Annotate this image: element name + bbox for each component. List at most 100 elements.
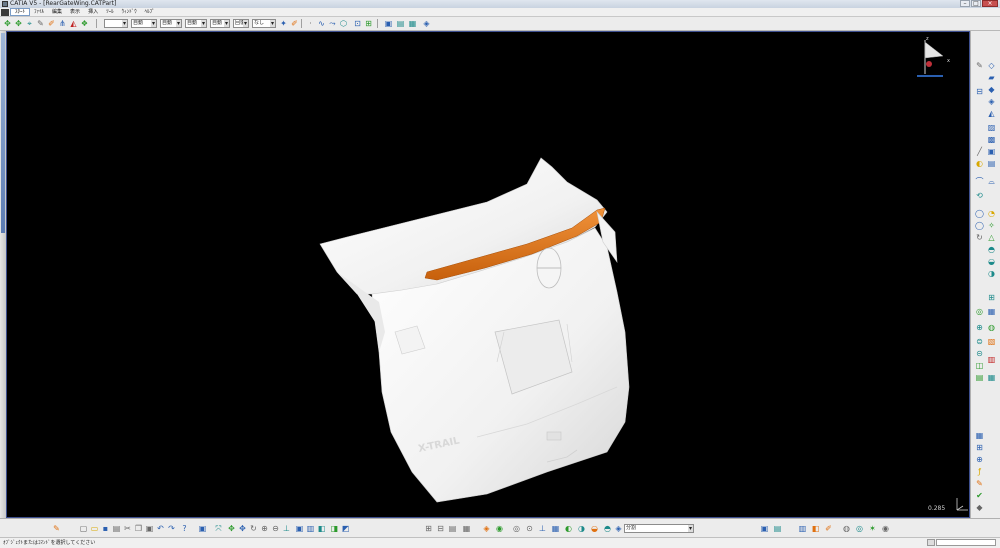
menu-edit[interactable]: 編集 (48, 8, 66, 16)
video-icon[interactable]: ◧ (811, 524, 820, 533)
curvature-icon[interactable]: ⊜ (975, 337, 984, 346)
tree-toggle[interactable] (1, 33, 5, 233)
constraint-icon[interactable]: ▤ (448, 524, 457, 533)
point-symbol-combo[interactable]: 自動 (210, 19, 230, 28)
point-icon[interactable]: · (306, 19, 315, 28)
line-icon[interactable]: ╱ (975, 147, 984, 156)
photo-icon[interactable]: ▥ (798, 524, 807, 533)
dimension2-icon[interactable]: ⊟ (436, 524, 445, 533)
print-icon[interactable]: ▤ (112, 524, 121, 533)
material-icon[interactable]: ◉ (495, 524, 504, 533)
swap-icon[interactable]: ◩ (341, 524, 350, 533)
minimize-button[interactable]: – (960, 0, 970, 7)
undo-icon[interactable]: ↶ (156, 524, 165, 533)
3d-viewport[interactable]: X-TRAIL z x 0.285 (6, 31, 970, 518)
scaling-icon[interactable]: ◓ (987, 245, 996, 254)
close-button[interactable]: × (982, 0, 998, 7)
surface-analysis-icon[interactable]: ▧ (987, 337, 996, 346)
capture-icon[interactable]: ◍ (842, 524, 851, 533)
extract-icon[interactable]: ◑ (987, 269, 996, 278)
redo-icon[interactable]: ↷ (167, 524, 176, 533)
zoom-in-icon[interactable]: ⊕ (260, 524, 269, 533)
color-combo[interactable] (104, 19, 128, 28)
fillet-icon[interactable]: ◈ (987, 97, 996, 106)
open-icon[interactable]: ▭ (90, 524, 99, 533)
parameter-icon[interactable]: ƒ (975, 467, 984, 476)
view-icon[interactable]: ⊡ (353, 19, 362, 28)
plane-icon[interactable]: ◇ (987, 61, 996, 70)
compass-reset-icon[interactable]: ✥ (227, 524, 236, 533)
menu-view[interactable]: 表示 (66, 8, 84, 16)
menu-window[interactable]: ｳｨﾝﾄﾞｳ (118, 8, 141, 16)
dimension-icon[interactable]: ⊞ (424, 524, 433, 533)
save-icon[interactable]: ▪ (101, 524, 110, 533)
check-icon[interactable]: ✔ (975, 491, 984, 500)
formula-icon[interactable]: ✎ (975, 479, 984, 488)
measure-item-icon[interactable]: ⊙ (525, 524, 534, 533)
connect-icon[interactable]: ⤳ (328, 19, 337, 28)
knowledge-icon[interactable]: ◈ (422, 19, 431, 28)
menu-tools[interactable]: ﾂｰﾙ (102, 8, 118, 16)
sun-icon[interactable]: ✶ (868, 524, 877, 533)
pad-icon[interactable]: ▰ (987, 73, 996, 82)
catalog-browser-icon[interactable]: ▥ (987, 355, 996, 364)
rotate-feature-icon[interactable]: ↻ (975, 233, 984, 242)
brush-icon[interactable]: ✐ (47, 19, 56, 28)
split-mode-combo[interactable]: 分割 (624, 524, 694, 533)
layer-combo[interactable]: 回復... (233, 19, 249, 28)
chamfer-icon[interactable]: ◭ (987, 109, 996, 118)
light-icon[interactable]: ▤ (975, 373, 984, 382)
copy-icon[interactable]: ❐ (134, 524, 143, 533)
render-style-combo[interactable]: なし (252, 19, 276, 28)
hide-icon[interactable]: ◨ (330, 524, 339, 533)
knowledge-icon[interactable]: ◐ (564, 524, 573, 533)
sketch2-icon[interactable]: ⊟ (975, 87, 984, 96)
thickness-icon[interactable]: ▩ (987, 135, 996, 144)
graph-icon[interactable]: ⋔ (58, 19, 67, 28)
normal-view-icon[interactable]: ⊥ (282, 524, 291, 533)
measure-between-icon[interactable]: ◎ (512, 524, 521, 533)
trim-icon[interactable]: ◔ (987, 209, 996, 218)
paint-icon[interactable]: ❖ (80, 19, 89, 28)
render-icon[interactable]: ◧ (317, 524, 326, 533)
cabinet-icon[interactable]: ▦ (462, 524, 471, 533)
rule-icon[interactable]: ◓ (603, 524, 612, 533)
axis-icon[interactable]: ⊥ (538, 524, 547, 533)
shadow-icon[interactable]: ▦ (987, 373, 996, 382)
analysis-icon[interactable]: ⊕ (975, 323, 984, 332)
text-icon[interactable]: ▤ (773, 524, 782, 533)
law-icon[interactable]: ◑ (577, 524, 586, 533)
views-icon[interactable]: ▥ (306, 524, 315, 533)
walk-icon[interactable]: ◉ (881, 524, 890, 533)
menu-help[interactable]: ﾍﾙﾌﾟ (141, 8, 159, 16)
painter-icon[interactable]: ✦ (279, 19, 288, 28)
compass-icon[interactable]: z x (913, 34, 953, 80)
catia-menu-logo-icon[interactable] (1, 8, 9, 16)
reorder-icon[interactable]: ⊕ (975, 455, 984, 464)
pocket-icon[interactable]: ◆ (987, 85, 996, 94)
affinity-icon[interactable]: ◒ (987, 257, 996, 266)
linewidth-combo[interactable]: 自動 (160, 19, 182, 28)
fit-icon[interactable]: ▣ (384, 19, 393, 28)
snap-icon[interactable]: ⌖ (25, 19, 34, 28)
spline-icon[interactable]: ∿ (317, 19, 326, 28)
formula-bottom-icon[interactable]: ◒ (590, 524, 599, 533)
maximize-button[interactable]: □ (971, 0, 981, 7)
brush-bottom-icon[interactable]: ✐ (824, 524, 833, 533)
surface-icon[interactable]: ⬡ (339, 19, 348, 28)
fly-icon[interactable]: ▣ (198, 524, 207, 533)
measure-icon[interactable]: ◎ (975, 307, 984, 316)
command-clear-button[interactable] (927, 539, 935, 546)
move-icon[interactable]: ✥ (3, 19, 12, 28)
help-icon[interactable]: ? (180, 524, 189, 533)
revolve-icon[interactable]: ▤ (987, 159, 996, 168)
draft-analysis-icon[interactable]: ◍ (987, 323, 996, 332)
check-bottom-icon[interactable]: ◈ (614, 524, 623, 533)
sketch-icon[interactable]: ✎ (975, 61, 984, 70)
rotate-icon[interactable]: ↻ (249, 524, 258, 533)
transparency-combo[interactable]: 自動 (131, 19, 157, 28)
shell-icon[interactable]: ▨ (987, 123, 996, 132)
workbench-icon[interactable]: ✎ (52, 524, 61, 533)
split-icon[interactable]: ◯ (975, 209, 984, 218)
paint-bucket-icon[interactable]: ◈ (482, 524, 491, 533)
